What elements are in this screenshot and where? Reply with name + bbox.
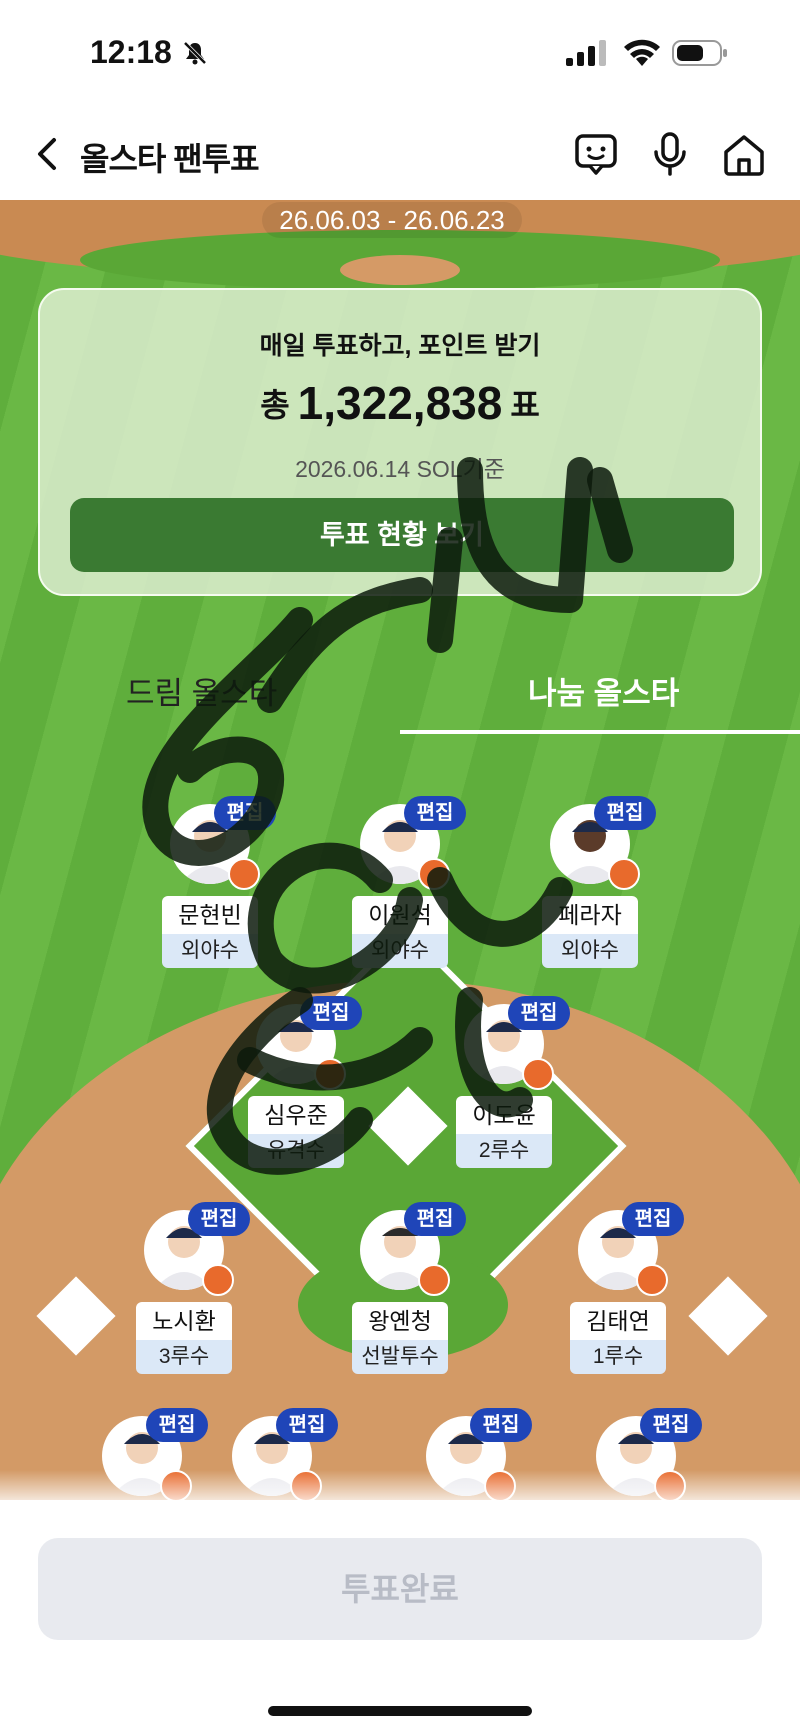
team-logo-icon: [418, 1264, 450, 1296]
vote-period: 26.06.03 - 26.06.23: [262, 202, 522, 238]
active-tab-indicator: [400, 730, 800, 734]
total-prefix: 총: [260, 387, 290, 423]
player-position: 외야수: [542, 934, 638, 968]
card-subtitle: 매일 투표하고, 포인트 받기: [259, 332, 541, 360]
app-header: 올스타 팬투표: [0, 110, 800, 200]
view-vote-status-button[interactable]: 투표 현황 보기: [70, 498, 734, 572]
edit-button[interactable]: 편집: [594, 796, 656, 830]
page-title: 올스타 팬투표: [80, 141, 260, 177]
edit-button[interactable]: 편집: [470, 1408, 532, 1442]
mute-bell-icon: [183, 41, 207, 65]
team-logo-icon: [202, 1264, 234, 1296]
player-position: 선발투수: [352, 1340, 448, 1374]
top-pitchers-mound: [340, 255, 460, 285]
player-position: 1루수: [570, 1340, 666, 1374]
player-name: 페라자: [542, 896, 638, 934]
edit-button[interactable]: 편집: [404, 796, 466, 830]
chatbot-icon[interactable]: [572, 130, 620, 178]
edit-button[interactable]: 편집: [276, 1408, 338, 1442]
player-position: 외야수: [162, 934, 258, 968]
vote-complete-button[interactable]: 투표완료: [38, 1538, 762, 1640]
total-votes: 총 1,322,838 표: [40, 376, 760, 430]
team-logo-icon: [314, 1058, 346, 1090]
total-votes-value: 1,322,838: [297, 377, 503, 429]
ballpark-field: 26.06.03 - 26.06.23 매일 투표하고, 포인트 받기 총 1,3…: [0, 200, 800, 1530]
battery-icon: [672, 40, 727, 66]
vote-summary-card: 매일 투표하고, 포인트 받기 총 1,322,838 표 2026.06.14 S…: [38, 288, 762, 596]
wifi-icon: [624, 39, 660, 66]
player-name: 왕옌청: [352, 1302, 448, 1340]
player-position: 3루수: [136, 1340, 232, 1374]
edit-button[interactable]: 편집: [188, 1202, 250, 1236]
total-suffix: 표: [510, 387, 540, 423]
home-icon[interactable]: [720, 130, 768, 178]
bottom-bar: 투표완료: [0, 1500, 800, 1734]
signal-icon: [566, 40, 606, 66]
player-position: 유격수: [248, 1134, 344, 1168]
status-time: 12:18: [90, 34, 172, 70]
home-indicator: [268, 1706, 532, 1716]
microphone-icon[interactable]: [646, 130, 694, 178]
date-note: 2026.06.14 SOL기준: [295, 456, 505, 482]
player-position: 외야수: [352, 934, 448, 968]
team-logo-icon: [608, 858, 640, 890]
edit-button[interactable]: 편집: [622, 1202, 684, 1236]
player-name: 노시환: [136, 1302, 232, 1340]
team-logo-icon: [418, 858, 450, 890]
edit-button[interactable]: 편집: [640, 1408, 702, 1442]
player-name: 문현빈: [162, 896, 258, 934]
player-name: 이도윤: [456, 1096, 552, 1134]
status-bar: 12:18: [0, 0, 800, 110]
player-name: 심우준: [248, 1096, 344, 1134]
player-name: 이원석: [352, 896, 448, 934]
back-arrow-icon[interactable]: [30, 134, 66, 174]
tab-nanum-allstar[interactable]: 나눔 올스타: [528, 668, 679, 713]
edit-button[interactable]: 편집: [300, 996, 362, 1030]
player-position: 2루수: [456, 1134, 552, 1168]
edit-button[interactable]: 편집: [508, 996, 570, 1030]
tab-dream-allstar[interactable]: 드림 올스타: [126, 668, 277, 713]
team-logo-icon: [522, 1058, 554, 1090]
player-name: 김태연: [570, 1302, 666, 1340]
edit-button[interactable]: 편집: [404, 1202, 466, 1236]
team-logo-icon: [228, 858, 260, 890]
team-logo-icon: [636, 1264, 668, 1296]
edit-button[interactable]: 편집: [214, 796, 276, 830]
edit-button[interactable]: 편집: [146, 1408, 208, 1442]
